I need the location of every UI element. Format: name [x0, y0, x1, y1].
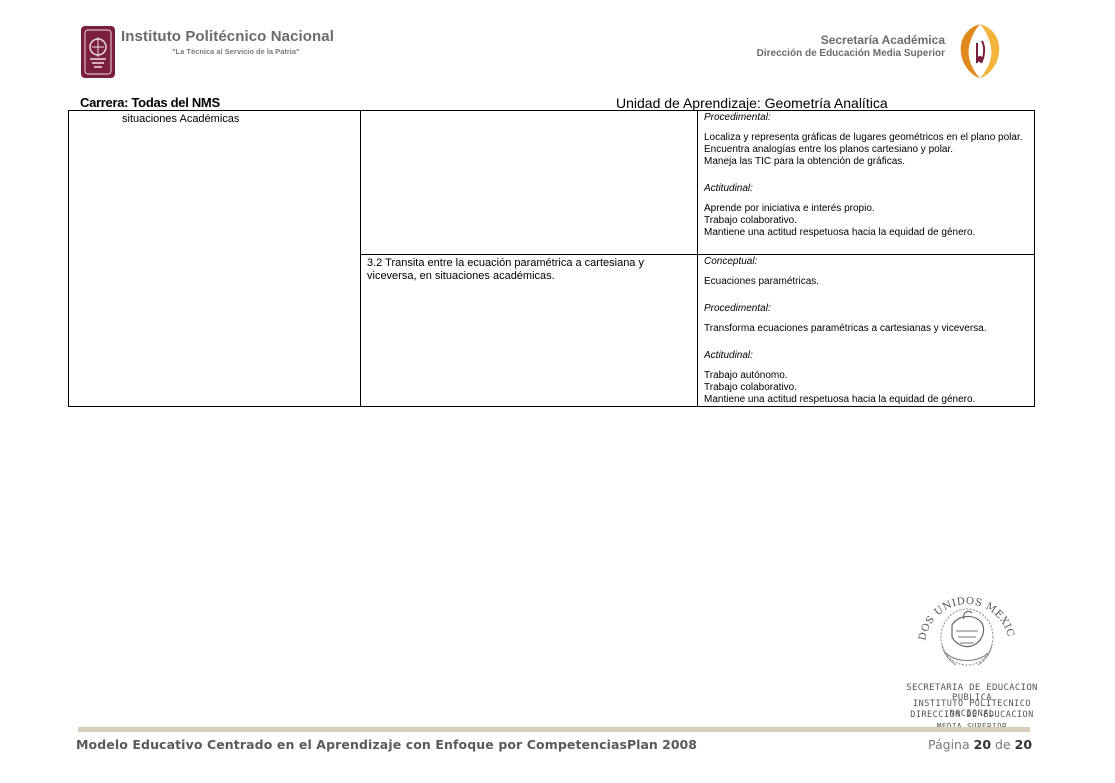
table-cell: Conceptual: Ecuaciones paramétricas. Pro…	[697, 254, 1035, 407]
mexico-coat-of-arms-seal: ESTADOS UNIDOS MEXICANOS	[912, 575, 1016, 666]
page-of: de	[995, 737, 1011, 752]
cell-text: 3.2 Transita entre la ecuación paramétri…	[367, 257, 644, 282]
section-heading: Procedimental:	[704, 112, 771, 123]
section-heading: Conceptual:	[704, 256, 758, 267]
page-current: 20	[973, 737, 992, 752]
content-line: Localiza y representa gráficas de lugare…	[704, 132, 1023, 143]
direction-name: Dirección de Educación Media Superior	[756, 48, 945, 59]
table-row: situaciones Académicas Procedimental: Lo…	[68, 110, 1035, 407]
content-line: Aprende por iniciativa e interés propio.	[704, 203, 875, 214]
institution-motto: "La Técnica al Servicio de la Patria"	[172, 47, 300, 56]
svg-text:ESTADOS UNIDOS MEXICANOS: ESTADOS UNIDOS MEXICANOS	[912, 575, 1016, 642]
cell-text	[361, 111, 697, 113]
ipn-logo	[81, 26, 115, 78]
content-line: Trabajo colaborativo.	[704, 215, 798, 226]
footer-model-text: Modelo Educativo Centrado en el Aprendiz…	[76, 737, 628, 752]
curriculum-table: situaciones Académicas Procedimental: Lo…	[68, 110, 1035, 407]
footer-divider	[78, 727, 1030, 732]
page-label: Página	[928, 737, 970, 752]
section-heading: Procedimental:	[704, 303, 771, 314]
content-line: Transforma ecuaciones paramétricas a car…	[704, 323, 987, 334]
content-line: Mantiene una actitud respetuosa hacia la…	[704, 394, 976, 405]
page-total: 20	[1014, 737, 1033, 752]
section-heading: Actitudinal:	[704, 183, 753, 194]
table-cell: situaciones Académicas	[68, 110, 361, 407]
content-line: Ecuaciones paramétricas.	[704, 276, 820, 287]
content-line: Mantiene una actitud respetuosa hacia la…	[704, 227, 976, 238]
page-number: Página 20 de 20	[928, 737, 1032, 752]
table-cell	[360, 110, 698, 255]
institution-name: Instituto Politécnico Nacional	[121, 28, 335, 45]
secretariat-name: Secretaría Académica	[820, 33, 945, 47]
career-label: Carrera: Todas del NMS	[80, 95, 220, 110]
content-line: Encuentra analogías entre los planos car…	[704, 144, 954, 155]
footer-plan-text: Plan 2008	[627, 737, 697, 752]
content-line: Maneja las TIC para la obtención de gráf…	[704, 156, 906, 167]
content-line: Trabajo colaborativo.	[704, 382, 798, 393]
table-cell: 3.2 Transita entre la ecuación paramétri…	[360, 254, 698, 407]
seal-arc-text: ESTADOS UNIDOS MEXICANOS	[912, 575, 1015, 642]
content-line: Trabajo autónomo.	[704, 370, 788, 381]
section-heading: Actitudinal:	[704, 350, 753, 361]
cell-text: situaciones Académicas	[122, 113, 240, 125]
stamp-line: DIRECCION DE EDUCACION	[910, 710, 1034, 720]
dems-logo	[960, 24, 1000, 78]
table-cell: Procedimental: Localiza y representa grá…	[697, 110, 1035, 255]
learning-unit-label: Unidad de Aprendizaje: Geometría Analíti…	[616, 95, 888, 111]
